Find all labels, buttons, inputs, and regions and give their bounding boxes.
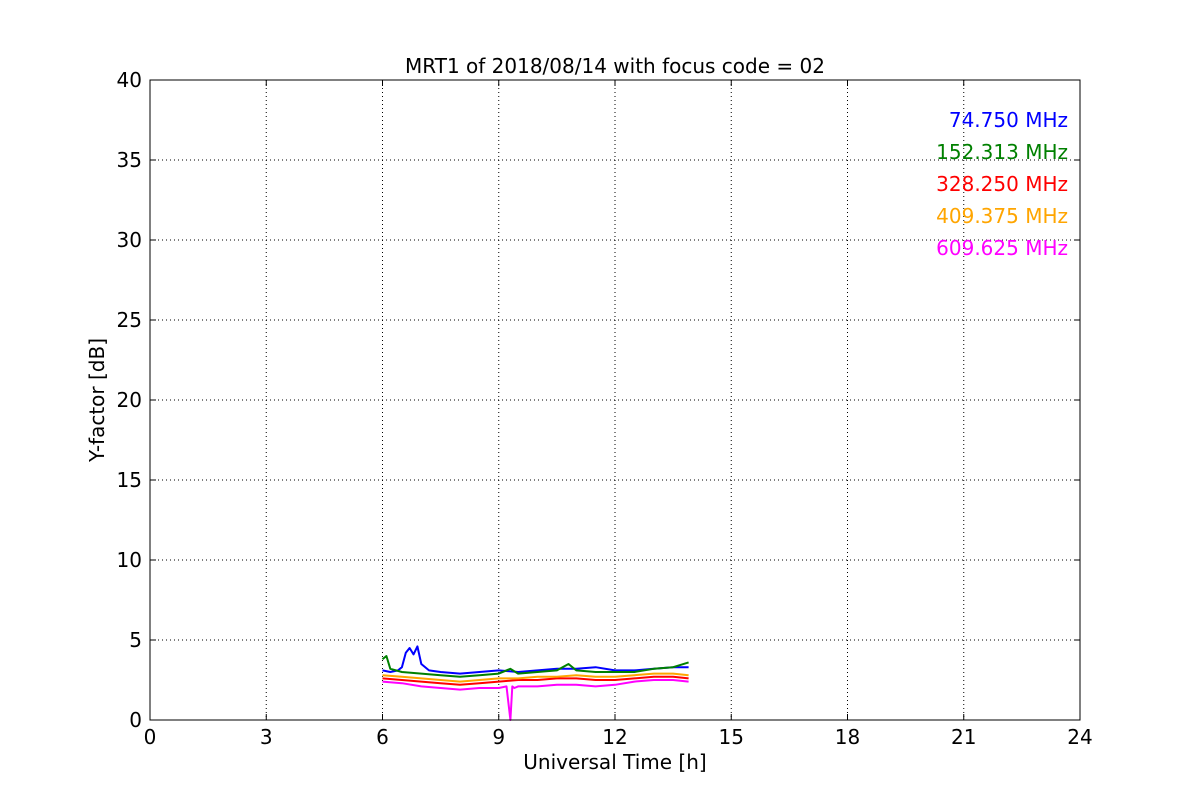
x-tick-label: 12: [602, 725, 627, 749]
x-tick-label: 3: [260, 725, 273, 749]
chart-title: MRT1 of 2018/08/14 with focus code = 02: [405, 54, 825, 78]
legend-entry-0: 74.750 MHz: [949, 108, 1068, 132]
y-tick-label: 15: [117, 468, 142, 492]
legend: 74.750 MHz 152.313 MHz 328.250 MHz 409.375 …: [936, 108, 1068, 260]
x-tick-label: 6: [376, 725, 389, 749]
legend-entry-4: 609.625 MHz: [936, 236, 1068, 260]
y-tick-label: 5: [129, 628, 142, 652]
y-tick-label: 20: [117, 388, 142, 412]
y-tick-label: 35: [117, 148, 142, 172]
chart: 0 3 6 9 12 15 18 21 24 0 5 10 15 20 25 30 35 40 74.750 MH…: [0, 0, 1200, 800]
x-tick-label: 18: [835, 725, 860, 749]
x-axis-label: Universal Time [h]: [523, 750, 706, 774]
x-tick-label: 15: [719, 725, 744, 749]
y-tick-label: 0: [129, 708, 142, 732]
y-tick-label: 25: [117, 308, 142, 332]
legend-entry-3: 409.375 MHz: [936, 204, 1068, 228]
x-tick-label: 9: [492, 725, 505, 749]
legend-entry-1: 152.313 MHz: [936, 140, 1068, 164]
y-tick-label: 30: [117, 228, 142, 252]
legend-entry-2: 328.250 MHz: [936, 172, 1068, 196]
y-tick-label: 10: [117, 548, 142, 572]
x-tick-label: 21: [951, 725, 976, 749]
x-tick-label: 24: [1067, 725, 1092, 749]
x-tick-label: 0: [144, 725, 157, 749]
y-tick-label: 40: [117, 68, 142, 92]
y-axis-label: Y-factor [dB]: [85, 338, 109, 463]
